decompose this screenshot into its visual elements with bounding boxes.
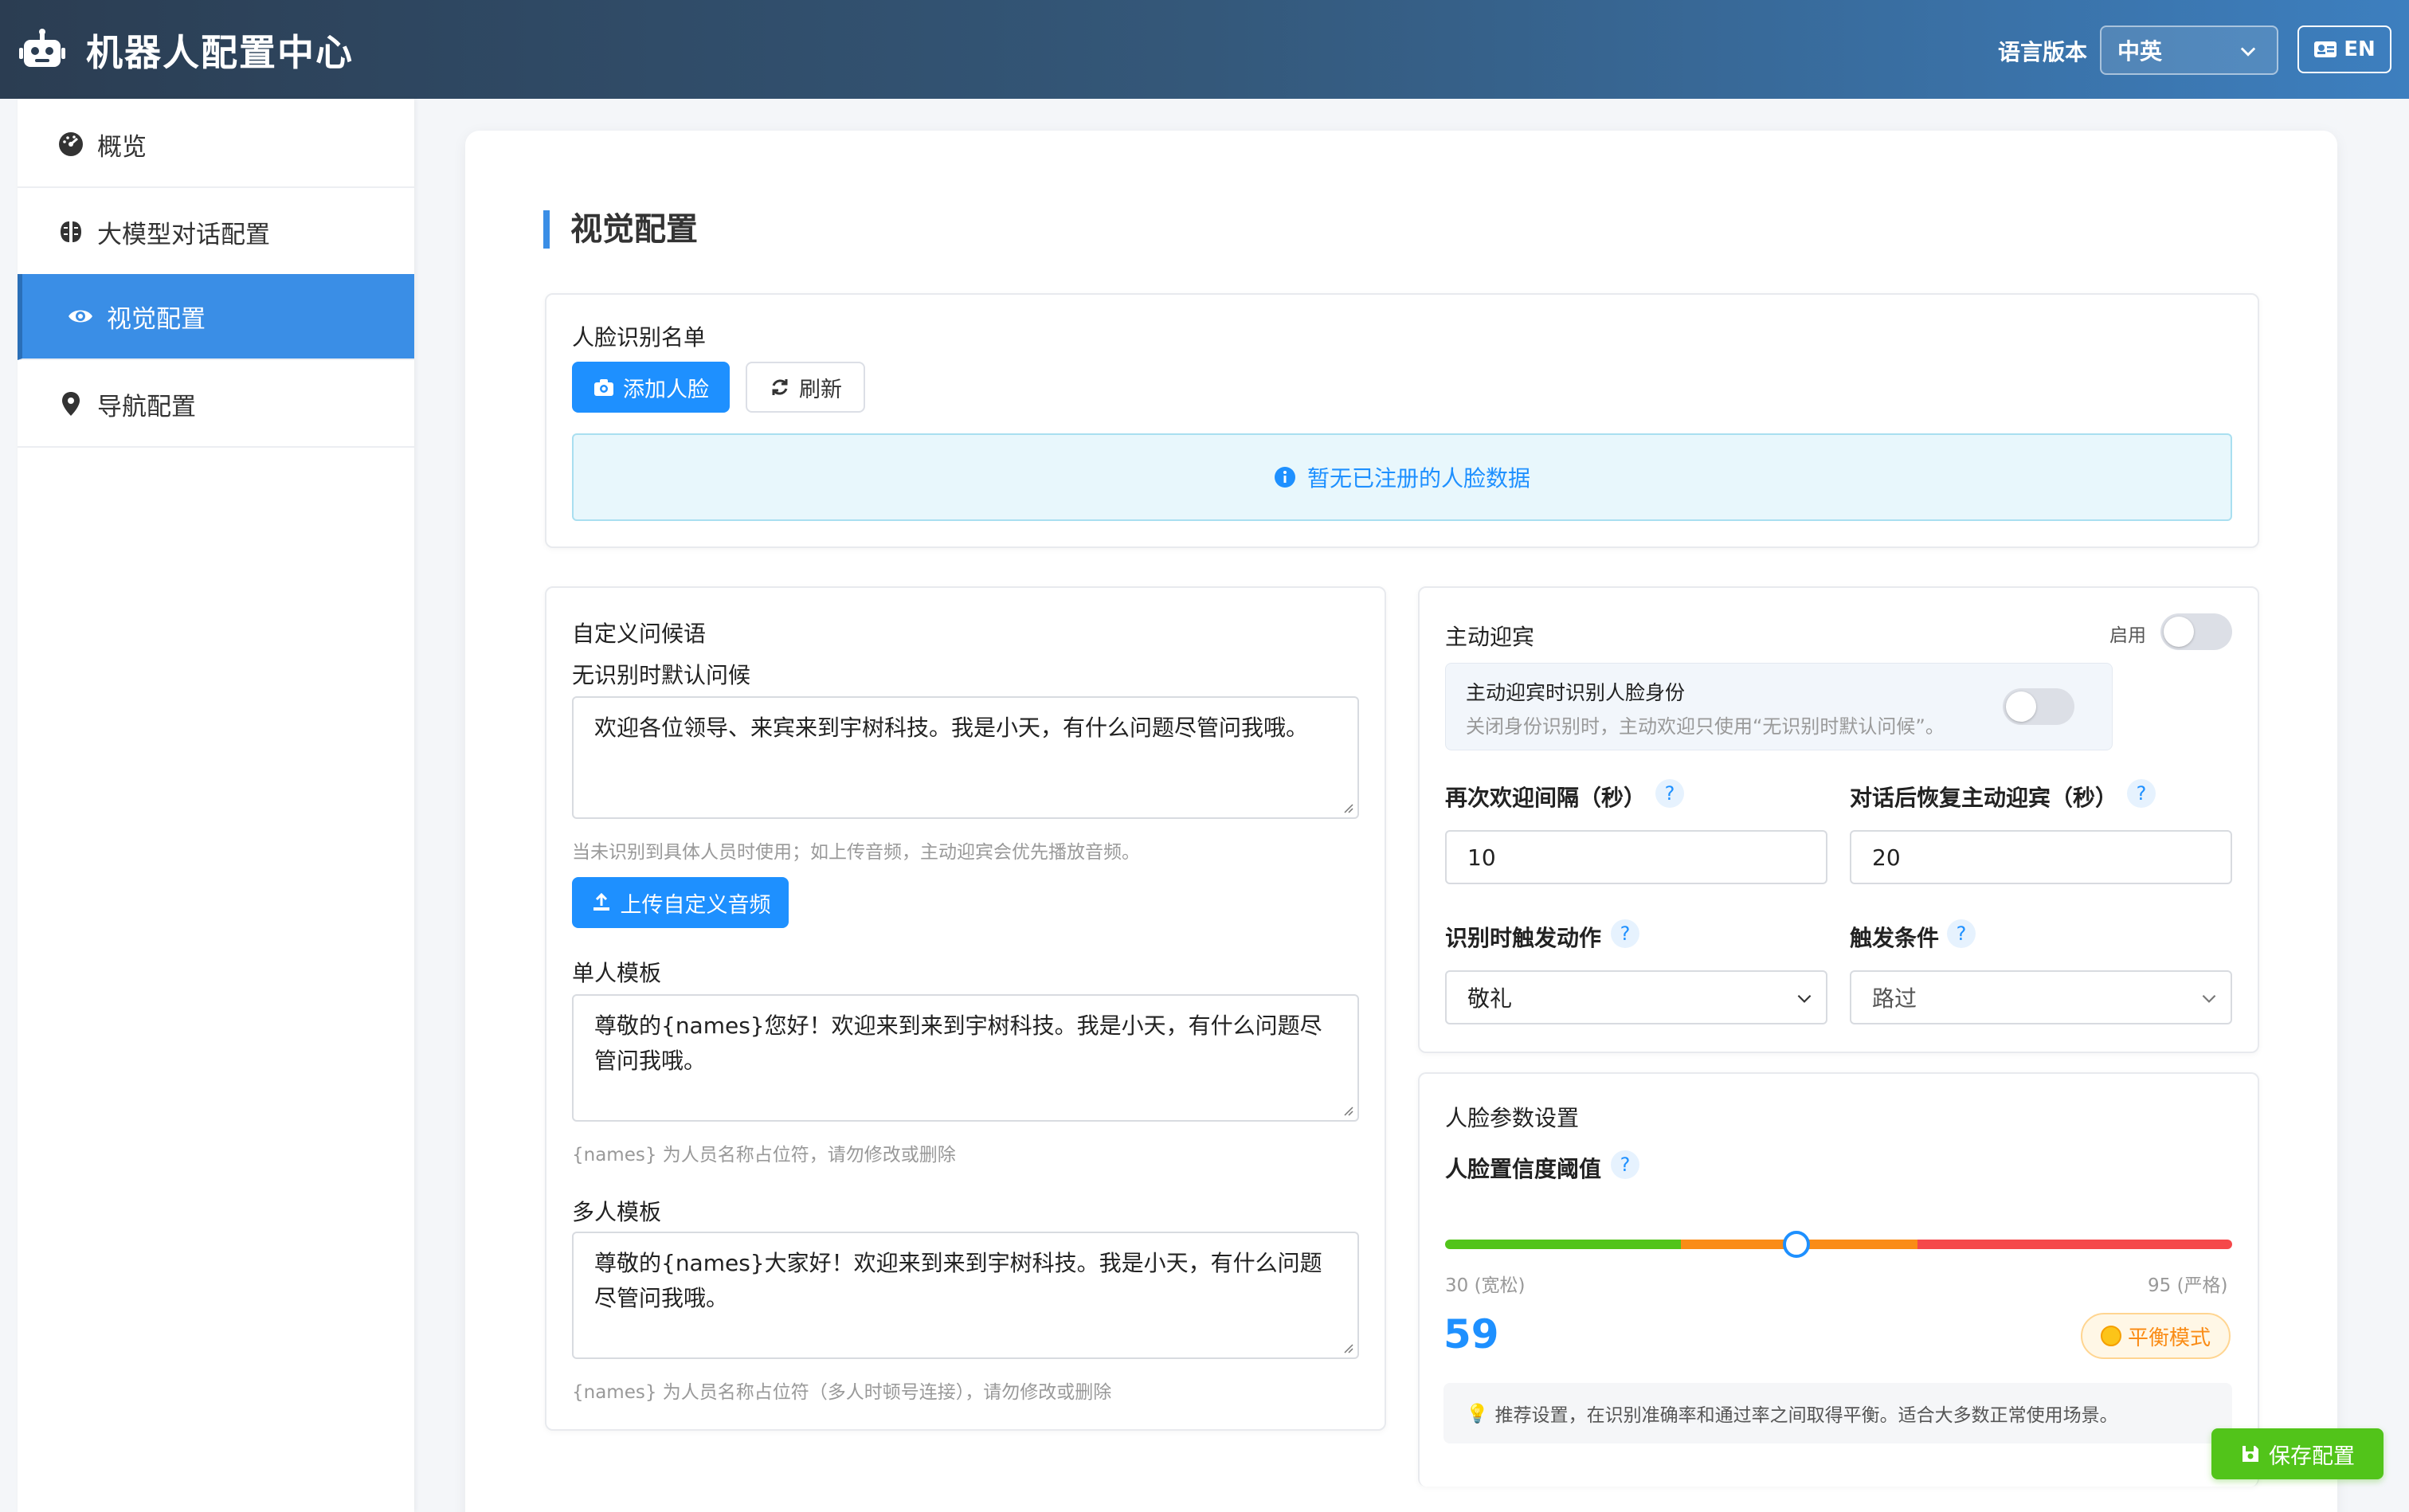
refresh-label: 刷新 [799, 377, 842, 402]
gauge-icon [59, 132, 83, 156]
id-card-icon [2314, 41, 2337, 57]
eye-icon [69, 310, 92, 323]
active-welcome-toggle[interactable] [2160, 613, 2232, 650]
slider-segment-loose [1445, 1240, 1682, 1249]
trigger-action-select[interactable]: 敬礼 [1445, 970, 1827, 1024]
trigger-condition-label: 触发条件 [1850, 925, 1940, 951]
multi-template-textarea[interactable]: 尊敬的{names}大家好！欢迎来到来到宇树科技。我是小天，有什么问题尽管问我哦… [572, 1232, 1359, 1359]
trigger-condition-select[interactable]: 路过 [1850, 970, 2232, 1024]
confidence-slider-thumb[interactable] [1782, 1231, 1810, 1258]
camera-icon [594, 379, 613, 396]
rewelcome-interval-label: 再次欢迎间隔（秒） [1445, 785, 1647, 811]
language-switch-button[interactable]: EN [2297, 25, 2391, 73]
single-template-text: 尊敬的{names}您好！欢迎来到来到宇树科技。我是小天，有什么问题尽管问我哦。 [594, 1013, 1322, 1074]
chevron-down-icon [2240, 47, 2256, 57]
floppy-disk-icon [2243, 1446, 2258, 1462]
confidence-slider-track[interactable] [1445, 1240, 2232, 1249]
upload-audio-label: 上传自定义音频 [620, 892, 771, 918]
face-params-title: 人脸参数设置 [1445, 1105, 1580, 1131]
help-icon[interactable]: ? [1655, 779, 1684, 808]
confidence-value: 59 [1443, 1311, 1499, 1357]
single-template-hint: {names} 为人员名称占位符，请勿修改或删除 [572, 1145, 956, 1165]
help-icon[interactable]: ? [2127, 779, 2156, 808]
trigger-condition-value: 路过 [1872, 985, 1917, 1012]
multi-template-text: 尊敬的{names}大家好！欢迎来到来到宇树科技。我是小天，有什么问题尽管问我哦… [594, 1250, 1322, 1311]
help-icon[interactable]: ? [1947, 919, 1976, 948]
default-greeting-textarea[interactable]: 欢迎各位领导、来宾来到宇树科技。我是小天，有什么问题尽管问我哦。 [572, 696, 1359, 819]
confidence-threshold-label: 人脸置信度阈值 [1445, 1156, 1602, 1182]
sidebar: 概览 大模型对话配置 视觉配置 导航配置 [18, 99, 414, 1512]
brain-icon [61, 221, 81, 242]
trigger-action-value: 敬礼 [1467, 985, 1513, 1012]
toggle-knob [2164, 617, 2194, 647]
resize-grip-icon[interactable] [1340, 1103, 1354, 1117]
identify-face-toggle[interactable] [2003, 688, 2074, 725]
slider-max-label: 95 (严格) [2148, 1275, 2228, 1296]
identify-face-desc: 关闭身份识别时，主动欢迎只使用“无识别时默认问候”。 [1466, 715, 1945, 738]
mode-dot-icon [2100, 1326, 2121, 1346]
lightbulb-icon: 💡 [1466, 1403, 1489, 1424]
language-switch-label: EN [2344, 37, 2376, 61]
language-label: 语言版本 [1998, 39, 2088, 65]
toggle-knob [2006, 691, 2036, 722]
add-face-label: 添加人脸 [623, 377, 709, 402]
resume-welcome-input[interactable]: 20 [1850, 830, 2232, 884]
greeting-title: 自定义问候语 [572, 621, 707, 647]
map-pin-icon [62, 392, 80, 416]
app-title: 机器人配置中心 [86, 31, 354, 74]
mode-label: 平衡模式 [2127, 1326, 2211, 1350]
section-title: 视觉配置 [543, 210, 698, 249]
chevron-down-icon [2202, 994, 2216, 1003]
face-list-title: 人脸识别名单 [572, 324, 707, 351]
refresh-icon [772, 379, 788, 395]
sidebar-item-label: 视觉配置 [107, 304, 206, 334]
sidebar-item-llm-dialog[interactable]: 大模型对话配置 [18, 190, 414, 276]
sidebar-item-label: 导航配置 [97, 392, 196, 421]
resize-grip-icon[interactable] [1340, 1340, 1354, 1354]
robot-icon [19, 29, 65, 67]
sidebar-item-label: 概览 [97, 132, 147, 162]
recommendation-tip: 💡 推荐设置，在识别准确率和通过率之间取得平衡。适合大多数正常使用场景。 [1443, 1383, 2232, 1443]
add-face-button[interactable]: 添加人脸 [572, 362, 730, 413]
upload-audio-button[interactable]: 上传自定义音频 [572, 877, 789, 928]
recommendation-text: 推荐设置，在识别准确率和通过率之间取得平衡。适合大多数正常使用场景。 [1494, 1405, 2118, 1426]
trigger-action-label: 识别时触发动作 [1445, 925, 1602, 951]
multi-template-hint: {names} 为人员名称占位符（多人时顿号连接），请勿修改或删除 [572, 1382, 1112, 1403]
sidebar-item-vision[interactable]: 视觉配置 [18, 274, 414, 360]
chevron-down-icon [1797, 994, 1812, 1003]
rewelcome-interval-input[interactable]: 10 [1445, 830, 1827, 884]
active-welcome-title: 主动迎宾 [1445, 624, 1535, 650]
empty-face-message: 暂无已注册的人脸数据 [1306, 465, 1530, 492]
sidebar-item-navigation[interactable]: 导航配置 [18, 362, 414, 448]
sidebar-item-label: 大模型对话配置 [97, 220, 270, 249]
resume-welcome-label: 对话后恢复主动迎宾（秒） [1850, 785, 2118, 811]
default-greeting-label: 无识别时默认问候 [572, 662, 751, 688]
upload-icon [593, 892, 609, 911]
slider-min-label: 30 (宽松) [1445, 1275, 1526, 1296]
enable-label: 启用 [2109, 625, 2146, 646]
help-icon[interactable]: ? [1611, 919, 1639, 948]
multi-template-label: 多人模板 [572, 1199, 662, 1225]
default-greeting-hint: 当未识别到具体人员时使用；如上传音频，主动迎宾会优先播放音频。 [572, 842, 1140, 863]
refresh-button[interactable]: 刷新 [746, 362, 865, 413]
help-icon[interactable]: ? [1611, 1150, 1639, 1179]
single-template-textarea[interactable]: 尊敬的{names}您好！欢迎来到来到宇树科技。我是小天，有什么问题尽管问我哦。 [572, 994, 1359, 1122]
mode-badge: 平衡模式 [2081, 1313, 2231, 1359]
language-select[interactable]: 中英 [2100, 25, 2278, 75]
top-header: 机器人配置中心 语言版本 中英 EN [0, 0, 2409, 99]
info-icon [1274, 467, 1295, 488]
language-select-value: 中英 [2117, 38, 2163, 65]
identify-face-title: 主动迎宾时识别人脸身份 [1466, 681, 1686, 704]
slider-segment-strict [1917, 1240, 2232, 1249]
sidebar-item-overview[interactable]: 概览 [18, 102, 414, 188]
default-greeting-text: 欢迎各位领导、来宾来到宇树科技。我是小天，有什么问题尽管问我哦。 [594, 715, 1309, 741]
single-template-label: 单人模板 [572, 960, 662, 986]
empty-face-alert: 暂无已注册的人脸数据 [572, 433, 2232, 521]
save-config-label: 保存配置 [2269, 1443, 2355, 1469]
save-config-button[interactable]: 保存配置 [2211, 1428, 2384, 1479]
resize-grip-icon[interactable] [1340, 800, 1354, 814]
